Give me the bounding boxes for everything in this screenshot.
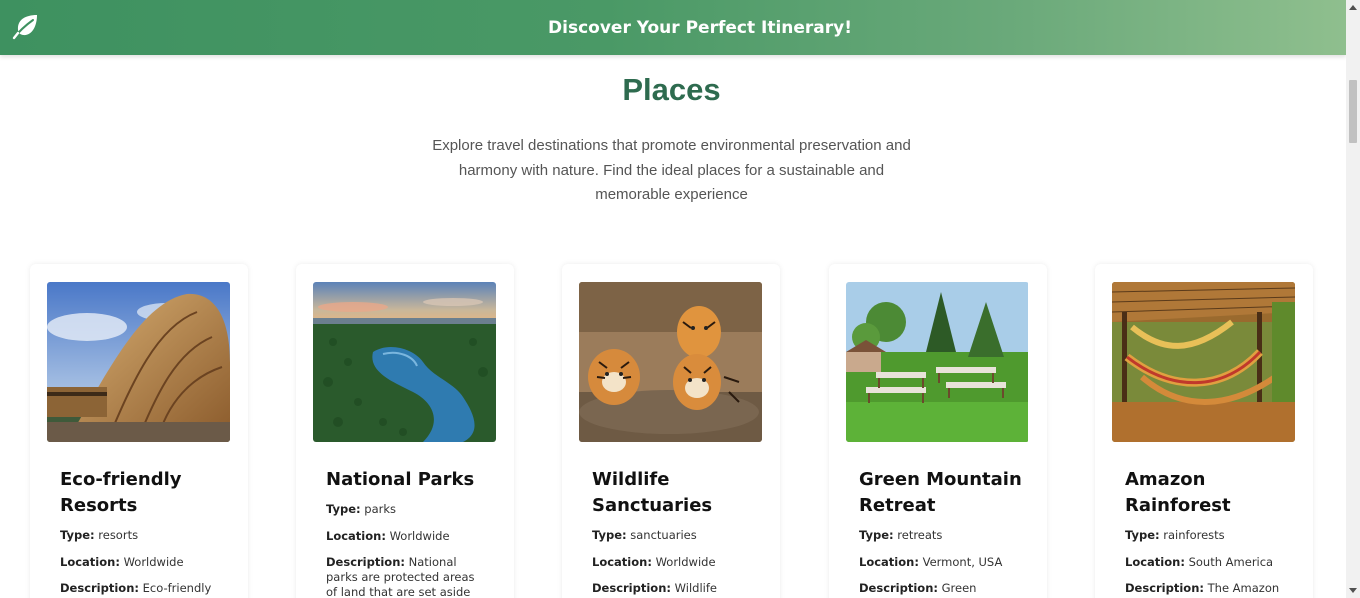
location-label: Location: (859, 555, 919, 569)
bamboo-resort-image (47, 282, 230, 442)
place-type: Type: resorts (60, 528, 220, 543)
place-card[interactable]: National Parks Type: parks Location: Wor… (296, 264, 514, 598)
type-value: resorts (98, 528, 139, 542)
scroll-down-icon[interactable] (1349, 588, 1357, 593)
place-description: Description: Eco-friendly (60, 581, 220, 596)
page: Discover Your Perfect Itinerary! Places … (0, 0, 1346, 598)
hammocks-image (1112, 282, 1295, 442)
place-card[interactable]: Green Mountain Retreat Type: retreats Lo… (829, 264, 1047, 598)
place-type: Type: sanctuaries (592, 528, 752, 543)
place-description: Description: National parks are protecte… (326, 555, 486, 598)
place-card[interactable]: Eco-friendly Resorts Type: resorts Locat… (30, 264, 248, 598)
vertical-scrollbar[interactable] (1346, 0, 1360, 598)
header-title: Discover Your Perfect Itinerary! (548, 18, 852, 38)
place-location: Location: Worldwide (326, 529, 486, 544)
place-description: Description: The Amazon (1125, 581, 1285, 596)
type-label: Type: (60, 528, 95, 542)
forest-lake-image (313, 282, 496, 442)
top-navbar: Discover Your Perfect Itinerary! (0, 0, 1346, 55)
scrollbar-thumb[interactable] (1349, 80, 1357, 143)
location-label: Location: (1125, 555, 1185, 569)
location-label: Location: (60, 555, 120, 569)
place-description: Description: Green Mountain (859, 581, 1019, 598)
place-title: National Parks (326, 469, 475, 490)
place-type: Type: rainforests (1125, 528, 1285, 543)
description-label: Description: (592, 581, 671, 595)
place-title: Wildlife Sanctuaries (592, 469, 713, 516)
description-label: Description: (60, 581, 139, 595)
intro-text: Explore travel destinations that promote… (432, 137, 911, 203)
place-location: Location: Worldwide (60, 555, 220, 570)
place-location: Location: Vermont, USA (859, 555, 1019, 570)
location-value: Worldwide (655, 555, 716, 569)
tigers-image (579, 282, 762, 442)
type-label: Type: (326, 502, 361, 516)
location-value: Worldwide (389, 529, 450, 543)
place-title: Amazon Rainforest (1125, 469, 1231, 516)
place-type: Type: parks (326, 502, 486, 517)
place-title: Eco-friendly Resorts (60, 469, 182, 516)
page-title: Places (622, 72, 721, 107)
description-label: Description: (859, 581, 938, 595)
place-description: Description: Wildlife (592, 581, 752, 596)
outdoor-dining-image (846, 282, 1029, 442)
description-value: The Amazon (1207, 581, 1280, 595)
description-label: Description: (1125, 581, 1204, 595)
place-card[interactable]: Wildlife Sanctuaries Type: sanctuaries L… (562, 264, 780, 598)
type-value: rainforests (1163, 528, 1225, 542)
place-location: Location: South America (1125, 555, 1285, 570)
scroll-up-icon[interactable] (1349, 5, 1357, 10)
type-label: Type: (859, 528, 894, 542)
type-value: retreats (897, 528, 943, 542)
location-value: Worldwide (123, 555, 184, 569)
type-value: sanctuaries (630, 528, 697, 542)
place-location: Location: Worldwide (592, 555, 752, 570)
location-label: Location: (592, 555, 652, 569)
place-type: Type: retreats (859, 528, 1019, 543)
location-value: South America (1188, 555, 1274, 569)
type-value: parks (364, 502, 396, 516)
place-title: Green Mountain Retreat (859, 469, 1022, 516)
description-label: Description: (326, 555, 405, 569)
place-card[interactable]: Amazon Rainforest Type: rainforests Loca… (1095, 264, 1313, 598)
type-label: Type: (1125, 528, 1160, 542)
location-label: Location: (326, 529, 386, 543)
location-value: Vermont, USA (922, 555, 1003, 569)
type-label: Type: (592, 528, 627, 542)
description-value: Wildlife (674, 581, 717, 595)
description-value: Eco-friendly (142, 581, 212, 595)
